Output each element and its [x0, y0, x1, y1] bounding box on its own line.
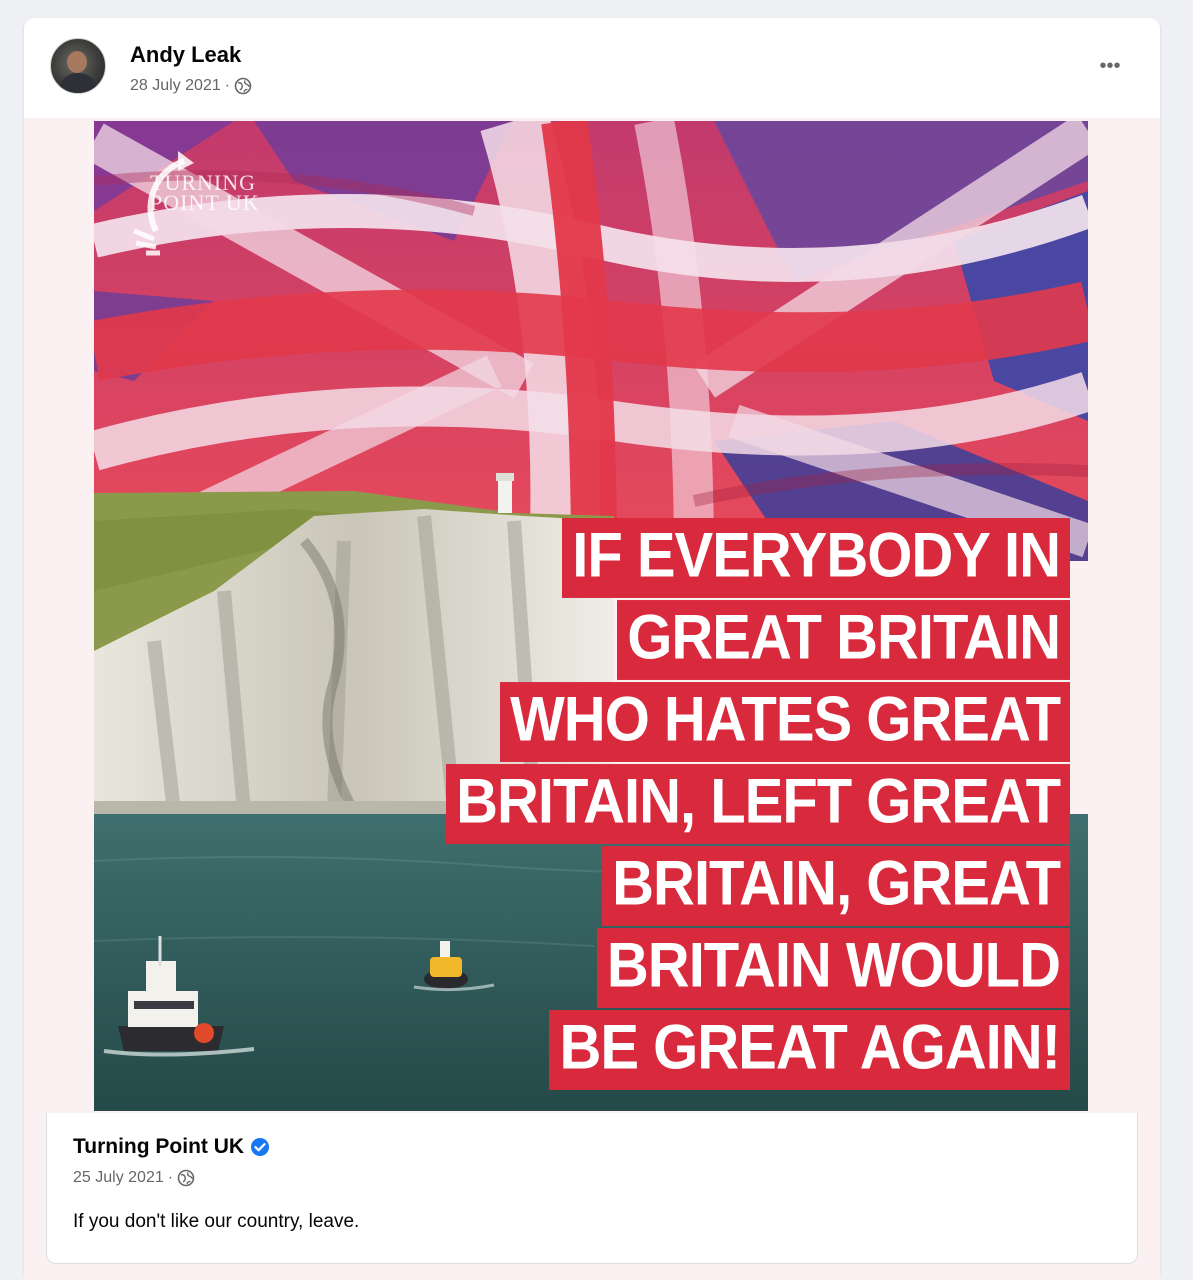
original-post-meta: 25 July 2021 ·: [73, 1169, 195, 1187]
original-author-row: Turning Point UK: [73, 1135, 270, 1159]
quote-line: BRITAIN WOULD: [596, 928, 1070, 1008]
quote-line: BRITAIN, GREAT: [602, 846, 1070, 926]
original-author-name[interactable]: Turning Point UK: [73, 1135, 244, 1159]
verified-badge-icon: [251, 1138, 270, 1156]
quote-line: GREAT BRITAIN: [617, 600, 1070, 680]
meta-separator: ·: [224, 77, 231, 94]
original-post-date[interactable]: 25 July 2021: [73, 1169, 164, 1187]
quote-text: IF EVERYBODY IN GREAT BRITAIN WHO HATES …: [430, 518, 1070, 1090]
avatar[interactable]: [50, 38, 106, 94]
shared-post: TURNING POINT UK IF EVERYBODY IN GREAT B…: [24, 118, 1160, 1280]
meta-separator: ·: [167, 1169, 174, 1186]
avatar-head: [67, 51, 87, 73]
avatar-body: [59, 73, 97, 93]
globe-icon: [234, 77, 252, 95]
shared-post-image[interactable]: TURNING POINT UK IF EVERYBODY IN GREAT B…: [94, 121, 1088, 1111]
tpuk-logo-text: TURNING POINT UK: [150, 172, 260, 215]
post-date[interactable]: 28 July 2021: [130, 77, 221, 95]
quote-line: BE GREAT AGAIN!: [549, 1010, 1070, 1090]
quote-line: BRITAIN, LEFT GREAT: [446, 764, 1070, 844]
globe-icon: [177, 1169, 195, 1187]
post-card: Andy Leak 28 July 2021 · ••• TURNING POI…: [24, 18, 1160, 1280]
original-post-attachment[interactable]: Turning Point UK 25 July 2021 · If you d…: [46, 1113, 1138, 1264]
original-post-caption: If you don't like our country, leave.: [73, 1211, 360, 1232]
quote-line: IF EVERYBODY IN: [562, 518, 1070, 598]
post-header: Andy Leak 28 July 2021 · •••: [24, 18, 1160, 118]
post-meta: 28 July 2021 ·: [130, 77, 252, 95]
more-options-button[interactable]: •••: [1092, 56, 1128, 80]
quote-line: WHO HATES GREAT: [500, 682, 1070, 762]
author-name[interactable]: Andy Leak: [130, 42, 241, 68]
logo-line-2: POINT UK: [150, 190, 260, 215]
